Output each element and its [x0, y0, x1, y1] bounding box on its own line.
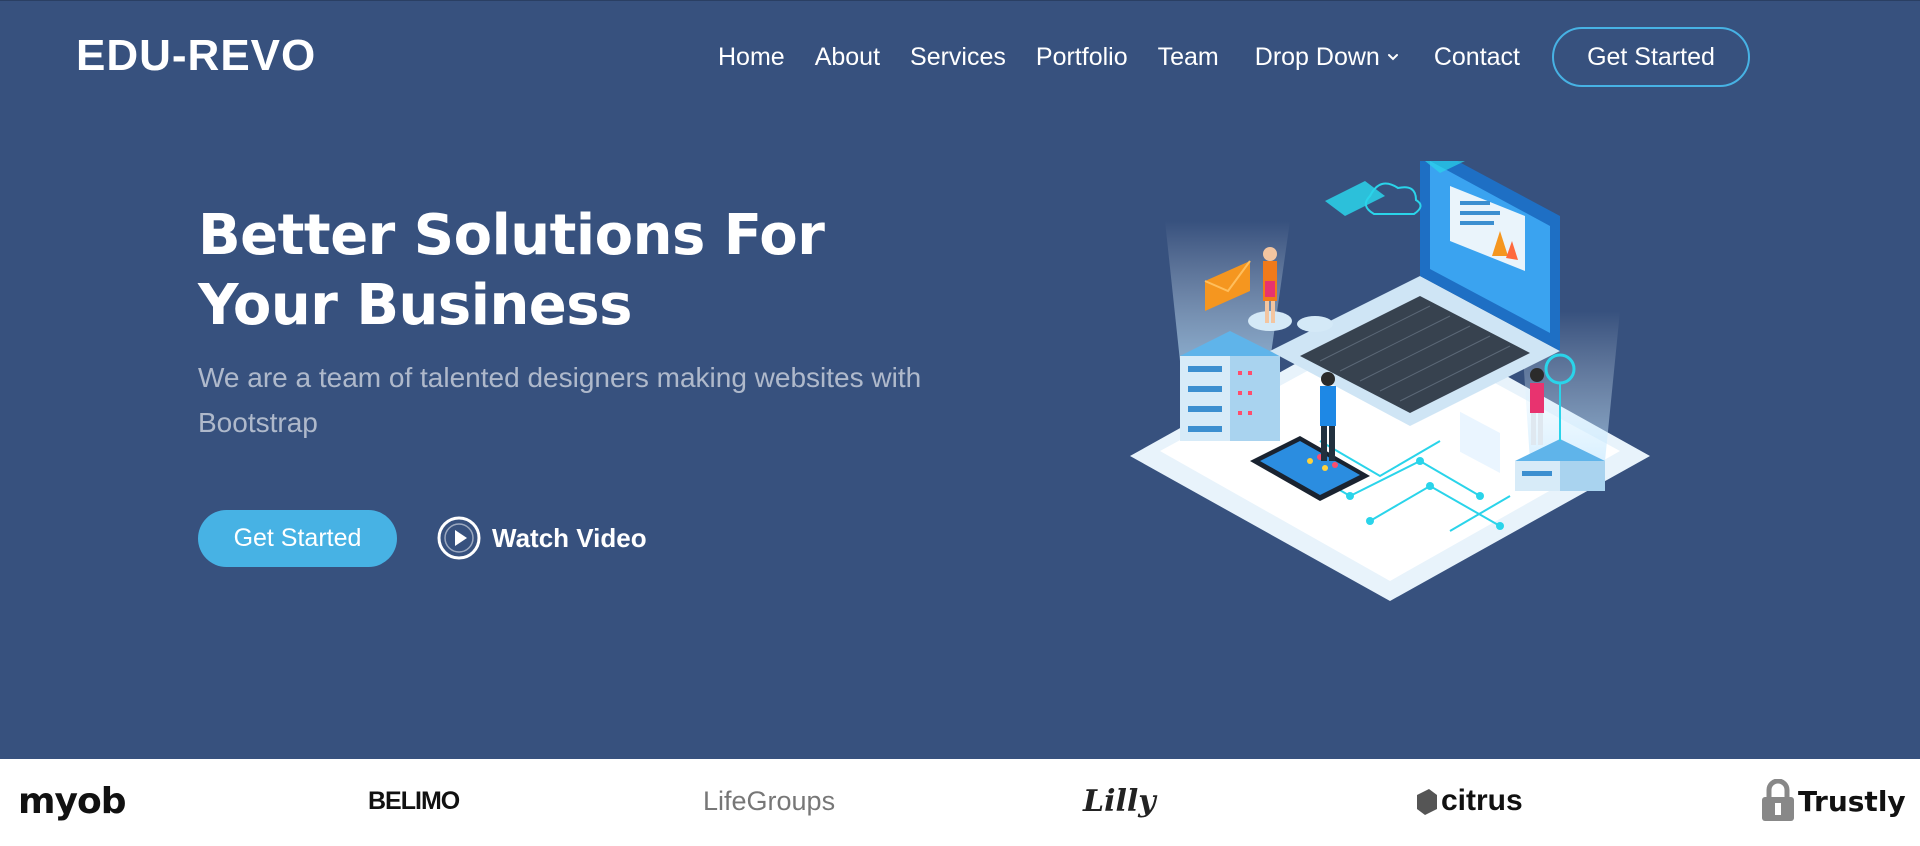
client-logo-lifegroups: LifeGroups — [703, 771, 835, 831]
client-name: myob — [18, 780, 126, 822]
hero-text: Better Solutions For Your Business We ar… — [198, 201, 958, 445]
nav-services[interactable]: Services — [910, 43, 1006, 72]
client-name: Trustly — [1798, 784, 1906, 818]
client-logo-citrus: citrus — [1415, 771, 1523, 831]
client-logo-belimo: BELIMO — [368, 771, 460, 831]
hero-title-line1: Better Solutions For — [198, 203, 825, 268]
nav-dropdown-label: Drop Down — [1254, 42, 1380, 71]
client-name: citrus — [1441, 784, 1523, 817]
lock-icon — [1762, 779, 1794, 821]
play-circle-icon — [437, 516, 481, 560]
watch-video-label: Watch Video — [492, 522, 647, 553]
nav-dropdown[interactable]: Drop Down — [1255, 43, 1400, 72]
nav-get-started-button[interactable]: Get Started — [1552, 27, 1750, 87]
watch-video-link[interactable]: Watch Video — [436, 512, 647, 564]
brand-logo[interactable]: EDU-REVO — [76, 31, 316, 81]
hero-title: Better Solutions For Your Business — [198, 201, 958, 341]
client-name: BELIMO — [368, 786, 460, 815]
nav-about[interactable]: About — [815, 43, 880, 72]
citrus-icon — [1417, 789, 1437, 815]
nav-portfolio[interactable]: Portfolio — [1036, 43, 1128, 72]
nav-home[interactable]: Home — [718, 43, 785, 72]
client-logo-lilly: Lilly — [1083, 771, 1156, 831]
nav-team[interactable]: Team — [1158, 43, 1219, 72]
hero-title-line2: Your Business — [198, 273, 632, 338]
nav-contact[interactable]: Contact — [1434, 43, 1520, 72]
get-started-button[interactable]: Get Started — [198, 510, 397, 567]
chevron-down-icon — [1387, 54, 1398, 61]
client-name: LifeGroups — [703, 785, 836, 816]
hero-section: EDU-REVO Home About Services Portfolio T… — [0, 0, 1920, 759]
hero-subtitle: We are a team of talented designers maki… — [198, 362, 922, 438]
hero-illustration — [1130, 161, 1650, 601]
client-logo-myob: myob — [18, 771, 126, 831]
clients-strip: myob BELIMO LifeGroups Lilly citrus Trus… — [0, 759, 1920, 846]
client-name: Lilly — [1083, 783, 1156, 819]
client-logo-trustly: Trustly — [1760, 771, 1906, 831]
main-nav: Home About Services Portfolio Team Drop … — [718, 27, 1750, 87]
